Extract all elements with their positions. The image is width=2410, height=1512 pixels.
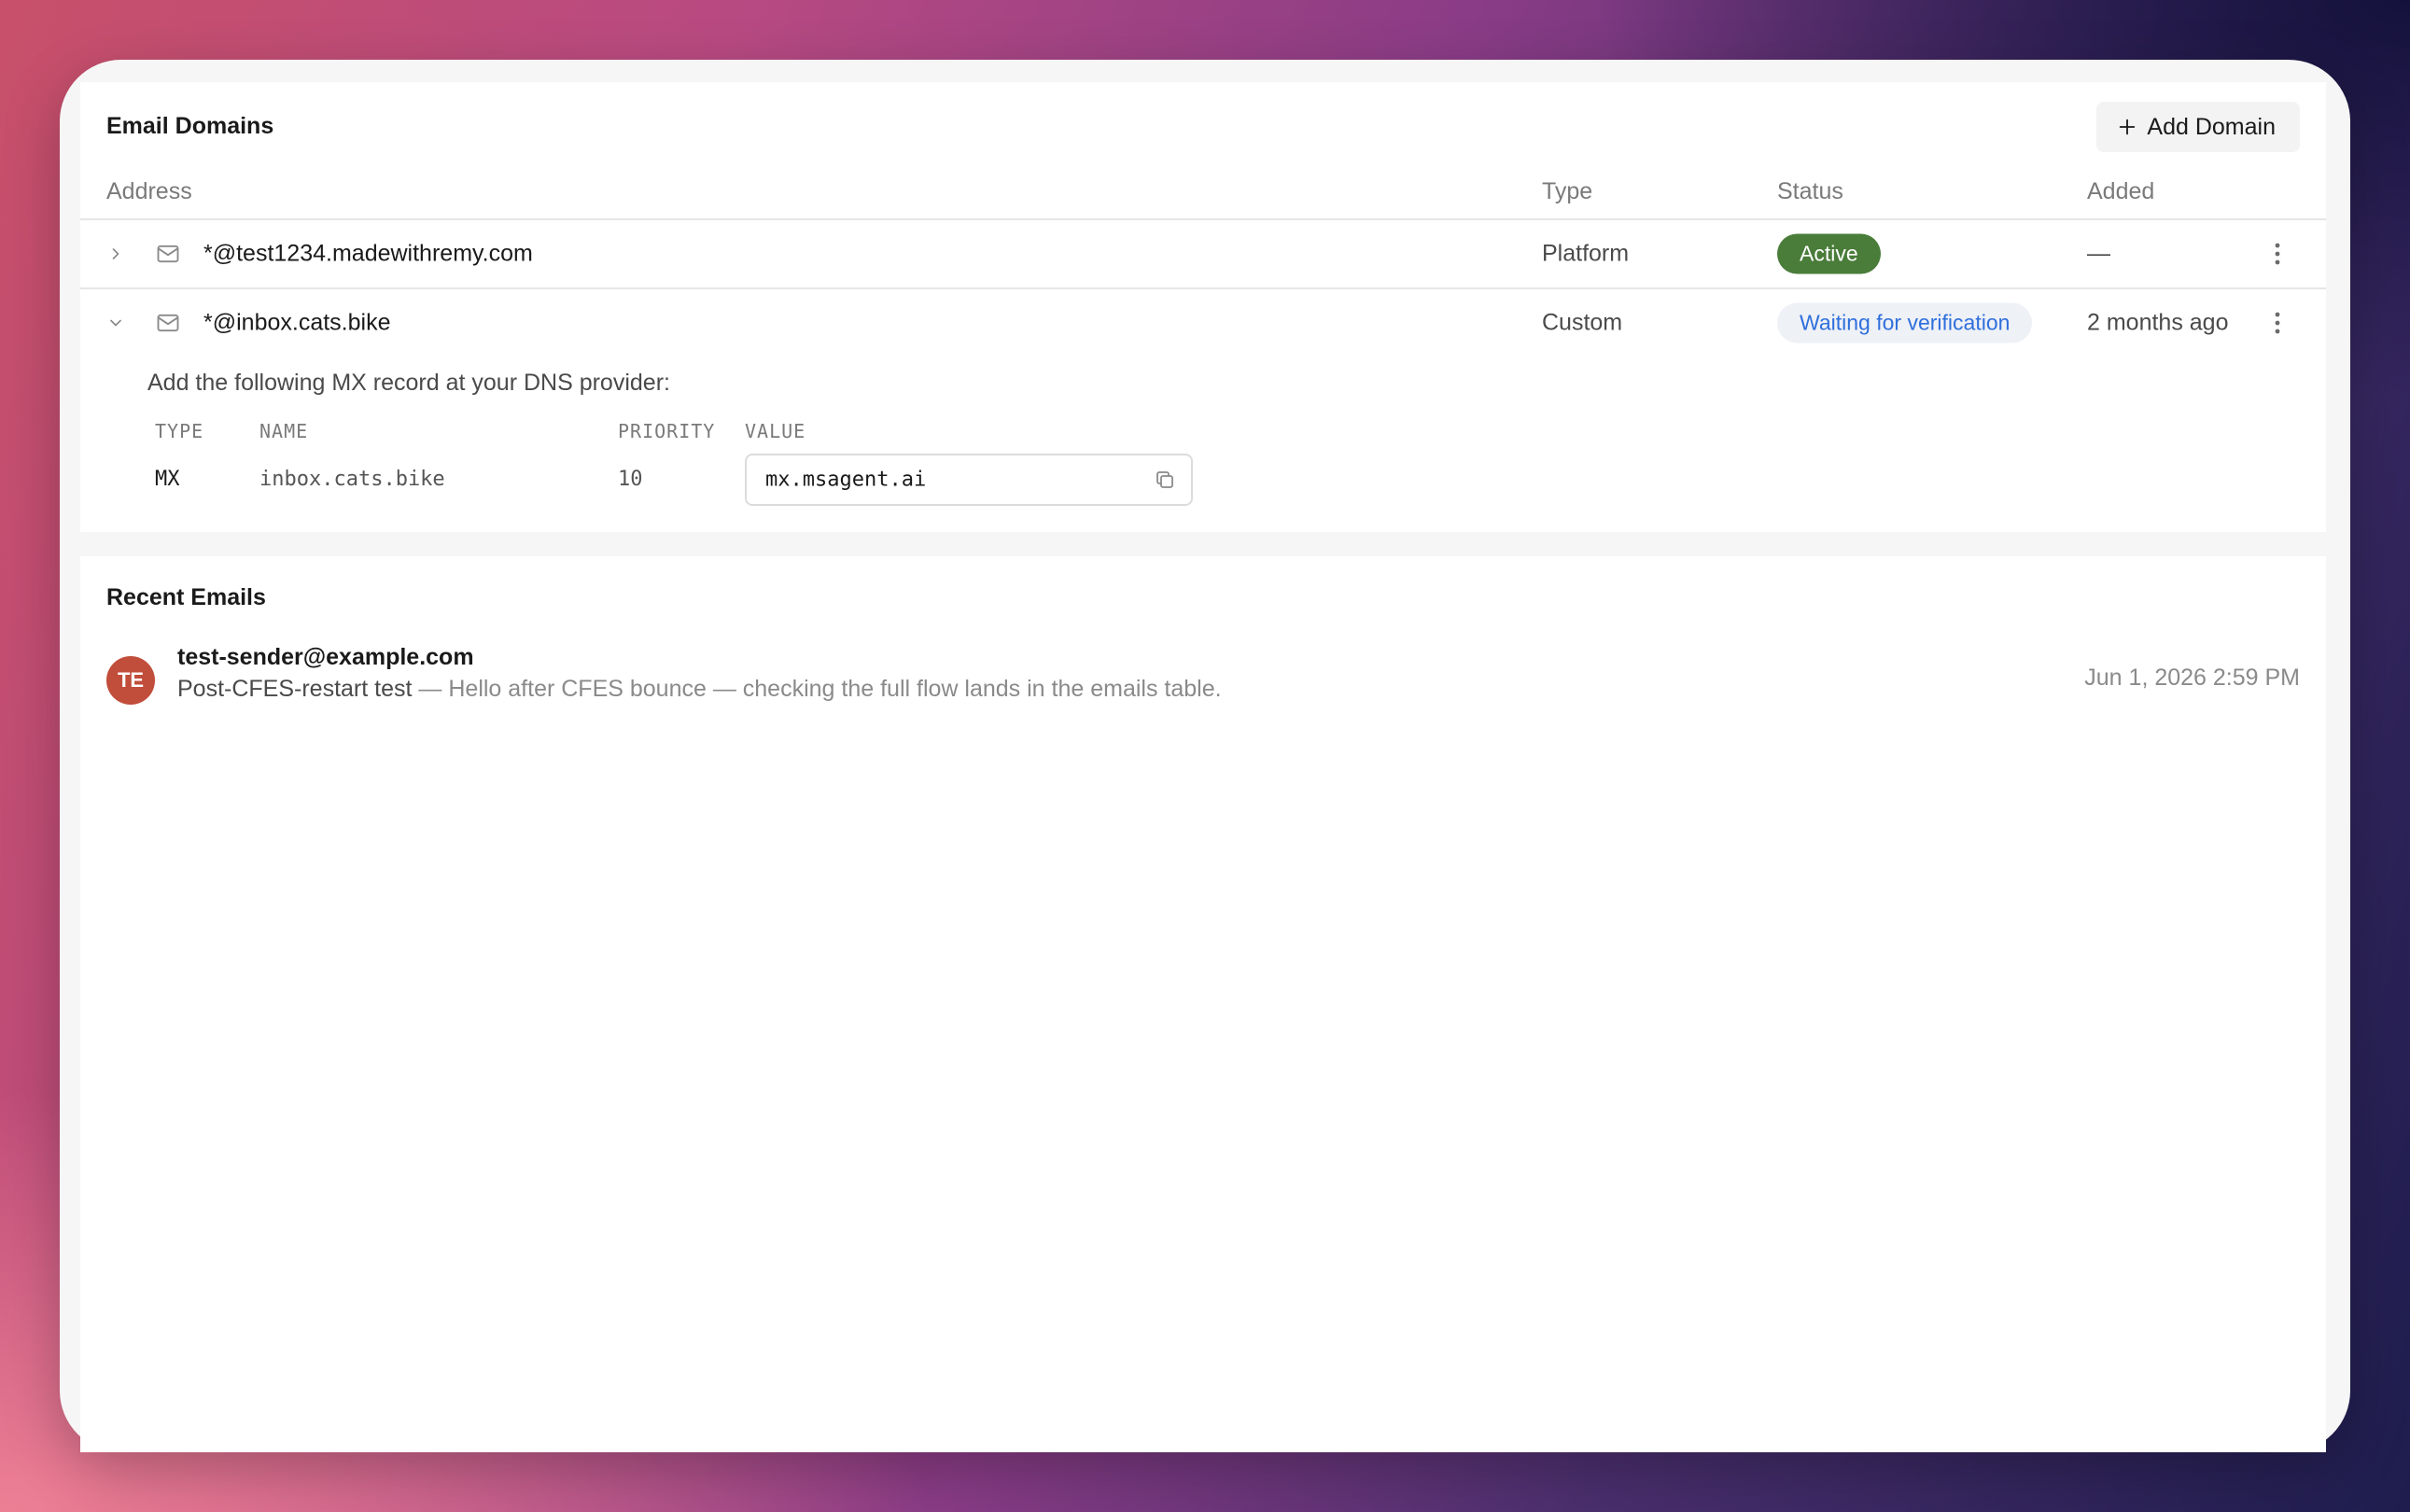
dns-record-type: MX — [155, 468, 180, 491]
column-header-status[interactable]: Status — [1777, 178, 1843, 205]
status-badge: Active — [1777, 233, 1881, 274]
dns-record-name: inbox.cats.bike — [259, 468, 445, 491]
mail-icon — [157, 314, 179, 332]
dns-record-priority: 10 — [618, 468, 643, 491]
column-header-added[interactable]: Added — [2087, 178, 2154, 205]
dns-instruction: Add the following MX record at your DNS … — [147, 370, 670, 396]
dns-header-type: TYPE — [155, 420, 204, 442]
email-date: Jun 1, 2026 2:59 PM — [2084, 665, 2300, 691]
email-domains-title: Email Domains — [106, 113, 274, 139]
chevron-right-icon[interactable] — [106, 245, 125, 263]
copy-icon[interactable] — [1154, 469, 1176, 491]
email-preview: Hello after CFES bounce — checking the f… — [448, 676, 1222, 702]
dns-header-name: NAME — [259, 420, 309, 442]
add-domain-button[interactable]: Add Domain — [2096, 102, 2300, 152]
avatar: TE — [106, 656, 155, 705]
column-header-address[interactable]: Address — [106, 178, 192, 205]
domain-added: — — [2087, 240, 2110, 267]
dns-record-value[interactable]: mx.msagent.ai — [765, 469, 926, 492]
domain-type: Platform — [1542, 240, 1630, 267]
status-badge: Waiting for verification — [1777, 302, 2033, 343]
plus-icon — [2120, 119, 2136, 135]
email-snippet: Post-CFES-restart test — Hello after CFE… — [177, 676, 1222, 703]
email-subject: Post-CFES-restart test — [177, 676, 413, 702]
email-list-item[interactable]: TE test-sender@example.com Post-CFES-res… — [80, 644, 2326, 719]
dns-value-field[interactable]: mx.msagent.ai — [745, 454, 1193, 506]
domain-row[interactable]: *@test1234.madewithremy.com Platform Act… — [80, 220, 2326, 287]
mail-icon — [157, 245, 179, 263]
dns-header-priority: PRIORITY — [618, 420, 716, 442]
domain-row[interactable]: *@inbox.cats.bike Custom Waiting for ver… — [80, 289, 2326, 357]
domain-added: 2 months ago — [2087, 309, 2229, 336]
email-sender: test-sender@example.com — [177, 644, 474, 670]
dns-header-value: VALUE — [745, 420, 806, 442]
column-header-type[interactable]: Type — [1542, 178, 1592, 205]
more-vertical-icon[interactable] — [2274, 241, 2281, 267]
chevron-down-icon[interactable] — [106, 314, 125, 332]
add-domain-label: Add Domain — [2147, 113, 2276, 140]
domain-address: *@test1234.madewithremy.com — [203, 240, 533, 267]
domain-address: *@inbox.cats.bike — [203, 309, 391, 336]
email-separator: — — [412, 676, 449, 702]
email-domains-panel: Email Domains Add Domain Address Type St… — [80, 82, 2326, 532]
more-vertical-icon[interactable] — [2274, 310, 2281, 336]
recent-emails-title: Recent Emails — [106, 584, 266, 610]
recent-emails-panel: Recent Emails TE test-sender@example.com… — [80, 556, 2326, 1452]
domain-type: Custom — [1542, 309, 1623, 336]
